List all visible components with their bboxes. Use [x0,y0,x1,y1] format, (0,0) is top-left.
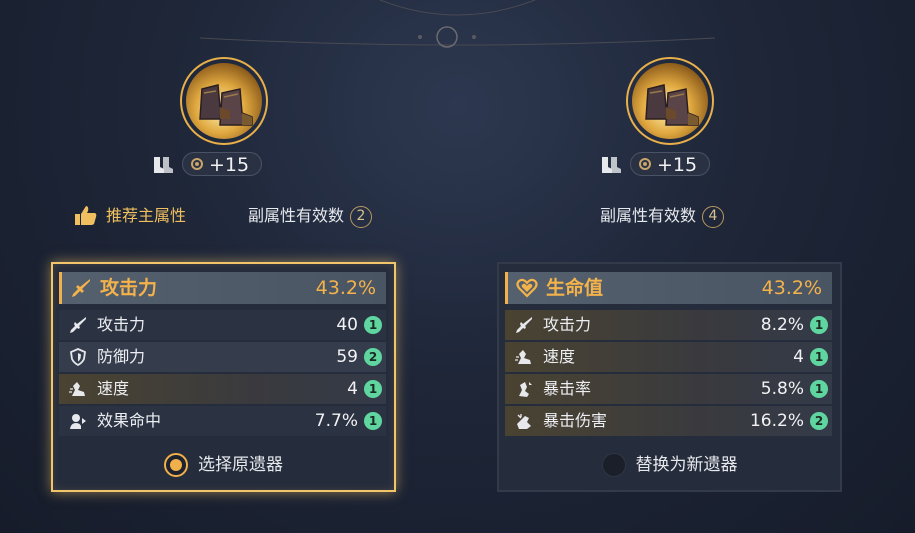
sub-stat-value: 4 [347,379,358,399]
sub-stat-row: 速度 4 1 [505,342,832,372]
main-stat-label: 生命值 [546,277,604,299]
sub-stat-label: 效果命中 [97,411,162,430]
sub-stat-row: 效果命中 7.7% 1 [59,406,386,436]
sub-stat-value: 4 [793,347,804,367]
radio-selected[interactable] [164,453,188,477]
sword-icon [516,317,532,333]
recommend-label: 推荐主属性 [106,206,187,225]
effective-substats-left: 副属性有效数 2 [248,204,373,228]
sub-stat-value: 5.8% [760,379,804,399]
thumbs-up-icon [75,206,97,225]
roll-count-badge: 1 [810,316,828,334]
speed-icon [515,350,531,364]
sword-icon [72,279,90,297]
shield-icon [70,348,86,366]
roll-count-badge: 1 [810,348,828,366]
roll-count-badge: 1 [810,380,828,398]
effective-count: 2 [350,205,373,228]
boots-icon [632,63,708,139]
level-text: +15 [657,154,698,176]
crit-rate-icon [519,382,532,397]
roll-count-badge: 1 [364,316,382,334]
sub-stat-row: 攻击力 8.2% 1 [505,310,832,340]
main-stat-row: 生命值 43.2% [505,272,832,304]
roll-count-badge: 2 [810,412,828,430]
sub-stat-value: 8.2% [760,315,804,335]
sub-stat-label: 攻击力 [543,315,592,334]
choice-label: 选择原遗器 [198,455,283,475]
sub-stat-row: 防御力 59 2 [59,342,386,372]
effective-count: 4 [702,205,725,228]
level-text: +15 [209,154,250,176]
main-stat-value: 43.2% [761,277,822,299]
sub-stat-row: 速度 4 1 [59,374,386,404]
sub-stat-label: 速度 [97,379,130,398]
sub-stat-label: 速度 [543,347,576,366]
sub-stat-row: 暴击伤害 16.2% 2 [505,406,832,436]
radio-unselected[interactable] [601,453,626,477]
level-ring-icon [191,158,203,170]
sub-stat-label: 攻击力 [97,315,146,334]
heart-icon [516,278,538,298]
roll-count-badge: 1 [364,380,382,398]
choice-label: 替换为新遗器 [635,455,738,475]
speed-icon [69,382,85,396]
sub-stat-label: 防御力 [97,347,146,366]
sub-stat-row: 暴击率 5.8% 1 [505,374,832,404]
level-pill: +15 [630,152,710,176]
crit-dmg-icon [517,414,531,429]
boots-icon [186,63,262,139]
effective-label: 副属性有效数 [248,206,345,225]
main-stat-label: 攻击力 [100,277,158,299]
sub-stat-label: 暴击伤害 [543,411,608,430]
effective-label: 副属性有效数 [600,206,697,225]
main-stat-row: 攻击力 43.2% [59,272,386,304]
main-stat-value: 43.2% [315,277,376,299]
set-boots-icon [602,157,621,173]
select-original-relic[interactable]: 选择原遗器 [53,450,394,480]
roll-count-badge: 2 [364,348,382,366]
sub-stat-value: 40 [336,315,358,335]
top-ornament [199,0,716,48]
sub-stat-value: 59 [336,347,358,367]
level-ring-icon [639,158,651,170]
sub-stat-value: 7.7% [314,411,358,431]
sword-icon [70,317,86,333]
new-relic-panel[interactable]: 生命值 43.2% 攻击力 8.2% 1 速度 4 1 暴击率 5.8% 1 暴… [497,262,842,492]
set-boots-icon [154,157,173,173]
replace-with-new-relic[interactable]: 替换为新遗器 [499,450,840,480]
effect-hit-icon [70,414,86,429]
level-pill: +15 [182,152,262,176]
effective-substats-right: 副属性有效数 4 [600,204,725,228]
sub-stat-value: 16.2% [749,411,804,431]
roll-count-badge: 1 [364,412,382,430]
sub-stat-row: 攻击力 40 1 [59,310,386,340]
old-relic-panel[interactable]: 攻击力 43.2% 攻击力 40 1 防御力 59 2 速度 4 1 效果命中 … [51,262,396,492]
sub-stat-label: 暴击率 [543,379,592,398]
